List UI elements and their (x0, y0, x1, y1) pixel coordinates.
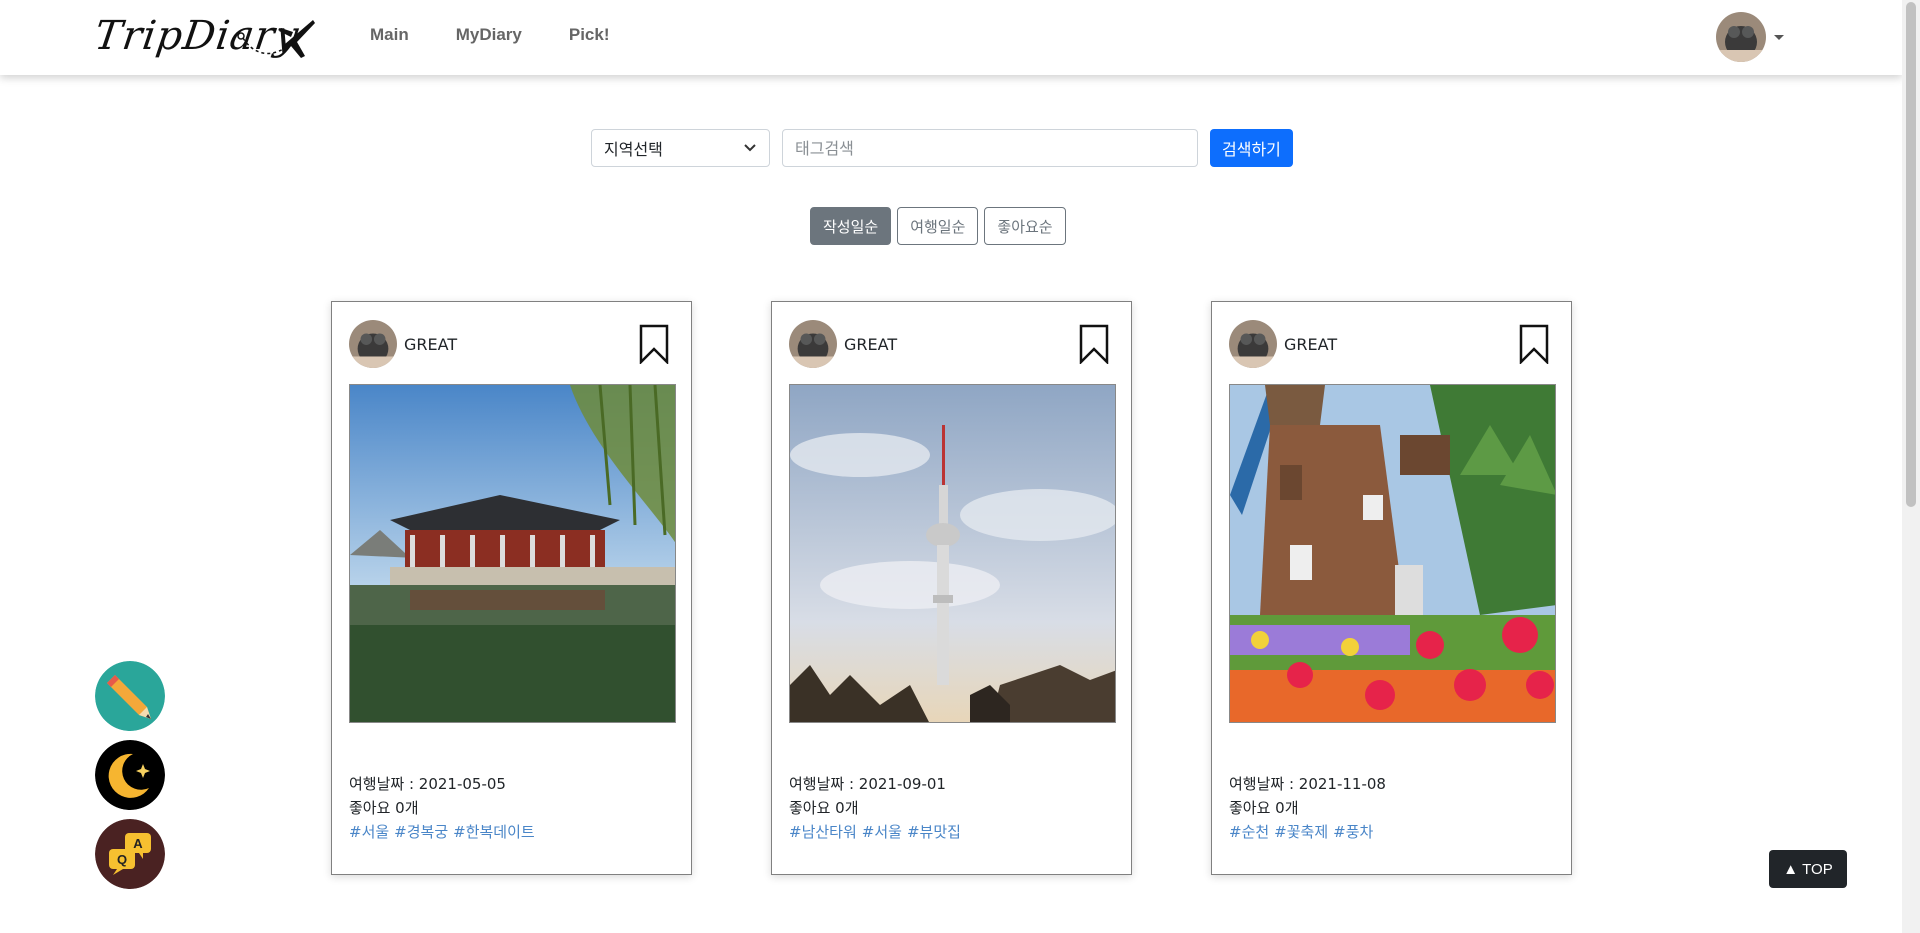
avatar (1716, 12, 1766, 62)
trip-date: 여행날짜 : 2021-11-08 (1229, 775, 1386, 793)
card-info: 여행날짜 : 2021-11-08 좋아요 0개 #순천 #꽃축제 #풍차 (1229, 772, 1386, 844)
sort-by-likes-button[interactable]: 좋아요순 (984, 207, 1066, 245)
scroll-top-label: TOP (1802, 860, 1833, 878)
card-header: GREAT (349, 319, 674, 369)
nav-pick[interactable]: Pick! (569, 25, 610, 45)
tag-link[interactable]: #서울 (349, 823, 389, 841)
tag-link[interactable]: #남산타워 (789, 823, 857, 841)
region-select[interactable]: 지역선택 (591, 129, 770, 167)
avatar[interactable] (349, 320, 397, 368)
diary-card[interactable]: GREAT 여행날짜 : 2021-09-01 좋아요 0개 #남산타워 #서울 #… (771, 301, 1132, 875)
trip-date: 여행날짜 : 2021-05-05 (349, 775, 506, 793)
scroll-top-button[interactable]: ▲ TOP (1769, 850, 1847, 888)
card-info: 여행날짜 : 2021-09-01 좋아요 0개 #남산타워 #서울 #뷰맛집 (789, 772, 966, 844)
search-bar: 지역선택 검색하기 (591, 129, 1293, 167)
card-username[interactable]: GREAT (844, 335, 897, 354)
profile-dropdown[interactable] (1716, 12, 1784, 62)
sort-by-written-date-button[interactable]: 작성일순 (810, 207, 892, 245)
qa-icon: A Q (95, 819, 165, 889)
navbar: TripDiary Main MyDiary Pick! (0, 0, 1902, 75)
tower-photo (790, 385, 1115, 722)
diary-card[interactable]: GREAT 여행날짜 : 2021-11-08 좋아요 0개 #순천 #꽃축제 #풍… (1211, 301, 1572, 875)
main-nav: Main MyDiary Pick! (370, 25, 610, 45)
card-header: GREAT (1229, 319, 1554, 369)
bookmark-icon[interactable] (1519, 324, 1549, 364)
palace-photo (350, 385, 675, 722)
qa-button[interactable]: A Q (95, 819, 165, 889)
dark-mode-toggle[interactable] (95, 740, 165, 810)
write-diary-button[interactable] (95, 661, 165, 731)
like-count: 좋아요 0개 (349, 799, 419, 817)
tag-link[interactable]: #순천 (1229, 823, 1269, 841)
card-username[interactable]: GREAT (404, 335, 457, 354)
airplane-icon (237, 20, 315, 58)
svg-text:A: A (133, 836, 143, 851)
chevron-down-icon (1774, 34, 1784, 40)
like-count: 좋아요 0개 (789, 799, 859, 817)
tag-link[interactable]: #한복데이트 (453, 823, 535, 841)
tag-link[interactable]: #풍차 (1333, 823, 1373, 841)
svg-text:Q: Q (117, 852, 127, 867)
card-photo[interactable] (349, 384, 676, 723)
pencil-icon (95, 661, 165, 731)
card-info: 여행날짜 : 2021-05-05 좋아요 0개 #서울 #경복궁 #한복데이트 (349, 772, 540, 844)
trip-date: 여행날짜 : 2021-09-01 (789, 775, 946, 793)
region-select-value: 지역선택 (604, 140, 663, 159)
tag-link[interactable]: #경복궁 (394, 823, 448, 841)
sort-by-trip-date-button[interactable]: 여행일순 (897, 207, 979, 245)
tag-list: #남산타워 #서울 #뷰맛집 (789, 820, 966, 844)
card-photo[interactable] (789, 384, 1116, 723)
search-button[interactable]: 검색하기 (1210, 129, 1293, 167)
chevron-down-icon (744, 144, 756, 152)
card-header: GREAT (789, 319, 1114, 369)
scrollbar-thumb[interactable] (1906, 2, 1916, 507)
tag-list: #서울 #경복궁 #한복데이트 (349, 820, 540, 844)
bookmark-icon[interactable] (1079, 324, 1109, 364)
nav-mydiary[interactable]: MyDiary (456, 25, 522, 45)
scrollbar[interactable] (1902, 0, 1920, 933)
avatar[interactable] (789, 320, 837, 368)
tag-list: #순천 #꽃축제 #풍차 (1229, 820, 1386, 844)
tag-link[interactable]: #서울 (862, 823, 902, 841)
moon-icon (95, 740, 165, 810)
diary-card[interactable]: GREAT 여행날짜 : 2021-05-05 좋아요 0개 #서울 #경복궁 #한… (331, 301, 692, 875)
bookmark-icon[interactable] (639, 324, 669, 364)
tag-search-input[interactable] (782, 129, 1198, 167)
nav-main[interactable]: Main (370, 25, 409, 45)
like-count: 좋아요 0개 (1229, 799, 1299, 817)
brand-logo[interactable]: TripDiary (92, 10, 315, 62)
avatar[interactable] (1229, 320, 1277, 368)
tag-link[interactable]: #꽃축제 (1274, 823, 1328, 841)
sort-buttons: 작성일순 여행일순 좋아요순 (810, 207, 1066, 245)
windmill-photo (1230, 385, 1555, 722)
card-photo[interactable] (1229, 384, 1556, 723)
triangle-up-icon: ▲ (1783, 860, 1799, 878)
card-username[interactable]: GREAT (1284, 335, 1337, 354)
tag-link[interactable]: #뷰맛집 (907, 823, 961, 841)
